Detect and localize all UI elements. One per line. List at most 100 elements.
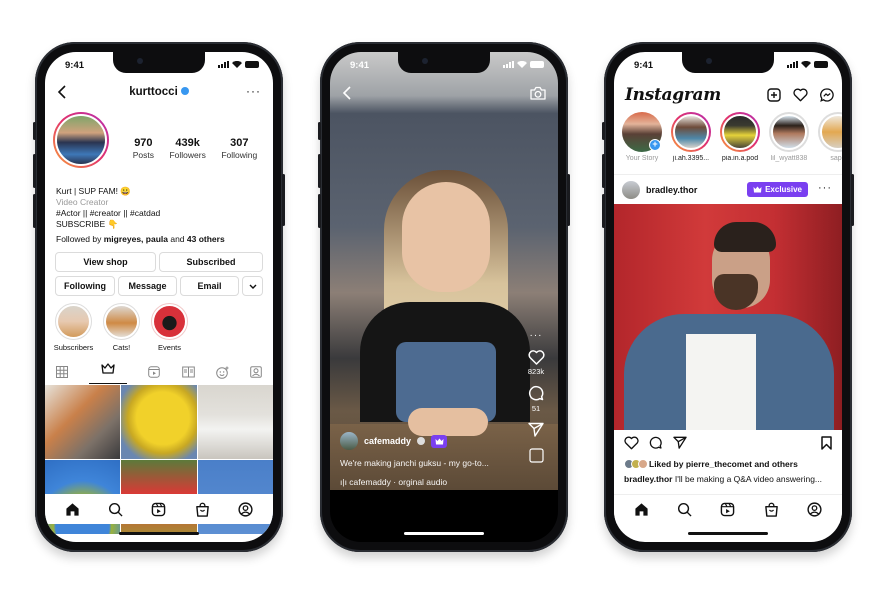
email-button[interactable]: Email <box>180 276 239 296</box>
view-shop-button[interactable]: View shop <box>55 252 156 272</box>
reels-icon[interactable] <box>151 502 166 517</box>
home-indicator[interactable] <box>688 532 768 535</box>
profile-icon[interactable] <box>807 502 822 517</box>
highlight-label: Cats! <box>112 343 131 352</box>
reel-more-icon[interactable]: ··· <box>522 330 550 341</box>
reel-like[interactable]: 823k <box>522 350 550 376</box>
story-your-story[interactable]: + Your Story <box>622 112 662 162</box>
story-item[interactable]: sapp <box>818 112 842 162</box>
reel-actions: ··· 823k 51 <box>522 330 550 474</box>
guides-icon[interactable] <box>181 366 195 378</box>
reels-icon[interactable] <box>148 366 161 378</box>
post-author-name[interactable]: bradley.thor <box>646 185 697 195</box>
messenger-icon[interactable] <box>820 88 834 102</box>
story-item[interactable]: lil_wyatt838 <box>769 112 809 162</box>
stat-label: Posts <box>132 150 154 160</box>
volume-up-button <box>318 154 321 188</box>
message-button[interactable]: Message <box>118 276 177 296</box>
post-likes[interactable]: Liked by pierre_thecomet and others <box>624 459 798 469</box>
crown-icon <box>101 362 115 374</box>
grid-icon[interactable] <box>55 366 68 378</box>
silent-switch <box>602 122 605 140</box>
bio-name: Kurt | SUP FAM! 😀 <box>56 186 131 196</box>
liked-by-text: Liked by pierre_thecomet and others <box>649 459 798 469</box>
post-image[interactable] <box>614 204 842 430</box>
subscribed-button[interactable]: Subscribed <box>159 252 263 272</box>
bio-hashtags[interactable]: #Actor || #creator || #catdad <box>56 208 265 219</box>
exclusive-badge[interactable]: Exclusive <box>747 182 808 197</box>
share-icon[interactable] <box>673 436 687 449</box>
create-post-icon[interactable] <box>767 88 781 102</box>
front-camera <box>137 58 143 64</box>
grid-post[interactable] <box>45 385 121 459</box>
silent-switch <box>33 122 36 140</box>
search-icon[interactable] <box>108 502 123 517</box>
like-heart-icon[interactable] <box>624 436 639 450</box>
reel-audio[interactable]: ı|ı cafemaddy · orginal audio <box>340 477 518 487</box>
stat-following[interactable]: 307 Following <box>221 137 257 160</box>
home-icon[interactable] <box>65 502 80 517</box>
highlight-cats[interactable]: Cats! <box>103 303 140 352</box>
grid-post[interactable] <box>197 385 273 459</box>
status-time: 9:41 <box>634 60 654 71</box>
reel-comment[interactable]: 51 <box>522 385 550 413</box>
reel-audio-thumbnail[interactable] <box>522 448 550 465</box>
notch <box>398 52 490 73</box>
feed-screen: 9:41 Instagram + Your Story ji.ah.3395..… <box>614 52 842 542</box>
add-story-icon[interactable]: + <box>649 139 661 151</box>
instagram-logo[interactable]: Instagram <box>625 85 721 105</box>
home-indicator[interactable] <box>119 532 199 535</box>
comment-icon[interactable] <box>649 436 663 450</box>
story-item[interactable]: ji.ah.3395... <box>671 112 711 162</box>
shop-icon[interactable] <box>764 502 779 517</box>
suggested-dropdown-button[interactable] <box>242 276 263 296</box>
status-icons <box>503 61 544 68</box>
post-caption[interactable]: bradley.thor I'll be making a Q&A video … <box>624 474 834 484</box>
more-options-icon[interactable]: ··· <box>246 84 261 98</box>
stat-followers[interactable]: 439k Followers <box>169 137 205 160</box>
power-button <box>282 174 285 226</box>
wifi-icon <box>232 61 242 68</box>
reel-meta: cafemaddy We're making janchi guksu - my… <box>340 432 518 487</box>
profile-avatar[interactable] <box>53 112 109 168</box>
story-label: sapp <box>830 155 842 162</box>
post-author-avatar[interactable] <box>622 181 640 199</box>
phone-reel: 9:41 ··· 823k 51 cafemaddy We're making … <box>318 42 570 552</box>
caption-username: bradley.thor <box>624 474 673 484</box>
username-text: kurttocci <box>129 86 178 98</box>
volume-down-button <box>602 194 605 228</box>
post-more-icon[interactable]: ··· <box>818 182 832 194</box>
search-icon[interactable] <box>677 502 692 517</box>
shop-icon[interactable] <box>195 502 210 517</box>
audio-wave-icon: ı|ı <box>340 477 350 487</box>
verified-badge-icon <box>180 86 189 95</box>
reel-author[interactable]: cafemaddy <box>340 432 518 450</box>
home-indicator[interactable] <box>404 532 484 535</box>
tagged-icon[interactable] <box>250 366 263 378</box>
reel-caption[interactable]: We're making janchi guksu - my go-to... <box>340 458 518 468</box>
feed-header: Instagram <box>614 82 842 110</box>
highlight-label: Events <box>158 343 181 352</box>
stat-value: 970 <box>134 137 153 149</box>
highlight-subscribers[interactable]: Subscribers <box>54 303 93 352</box>
effects-icon[interactable] <box>216 366 229 379</box>
camera-icon[interactable] <box>530 86 546 100</box>
save-bookmark-icon[interactable] <box>821 436 832 450</box>
following-button[interactable]: Following <box>55 276 115 296</box>
tab-exclusive[interactable] <box>88 361 127 384</box>
notch <box>113 52 205 73</box>
notifications-heart-icon[interactable] <box>793 88 808 102</box>
notch <box>682 52 774 73</box>
grid-post[interactable] <box>121 385 197 459</box>
home-icon[interactable] <box>634 502 649 517</box>
followed-by[interactable]: Followed by migreyes, paula and 43 other… <box>56 234 225 244</box>
stat-posts[interactable]: 970 Posts <box>133 137 154 160</box>
battery-icon <box>814 61 828 68</box>
back-icon[interactable] <box>342 86 352 100</box>
profile-icon[interactable] <box>238 501 253 517</box>
bottom-tab-bar <box>614 494 842 524</box>
reel-share[interactable] <box>522 422 550 439</box>
highlight-events[interactable]: Events <box>151 303 188 352</box>
reels-icon[interactable] <box>720 502 735 517</box>
story-item[interactable]: pia.in.a.pod <box>720 112 760 162</box>
